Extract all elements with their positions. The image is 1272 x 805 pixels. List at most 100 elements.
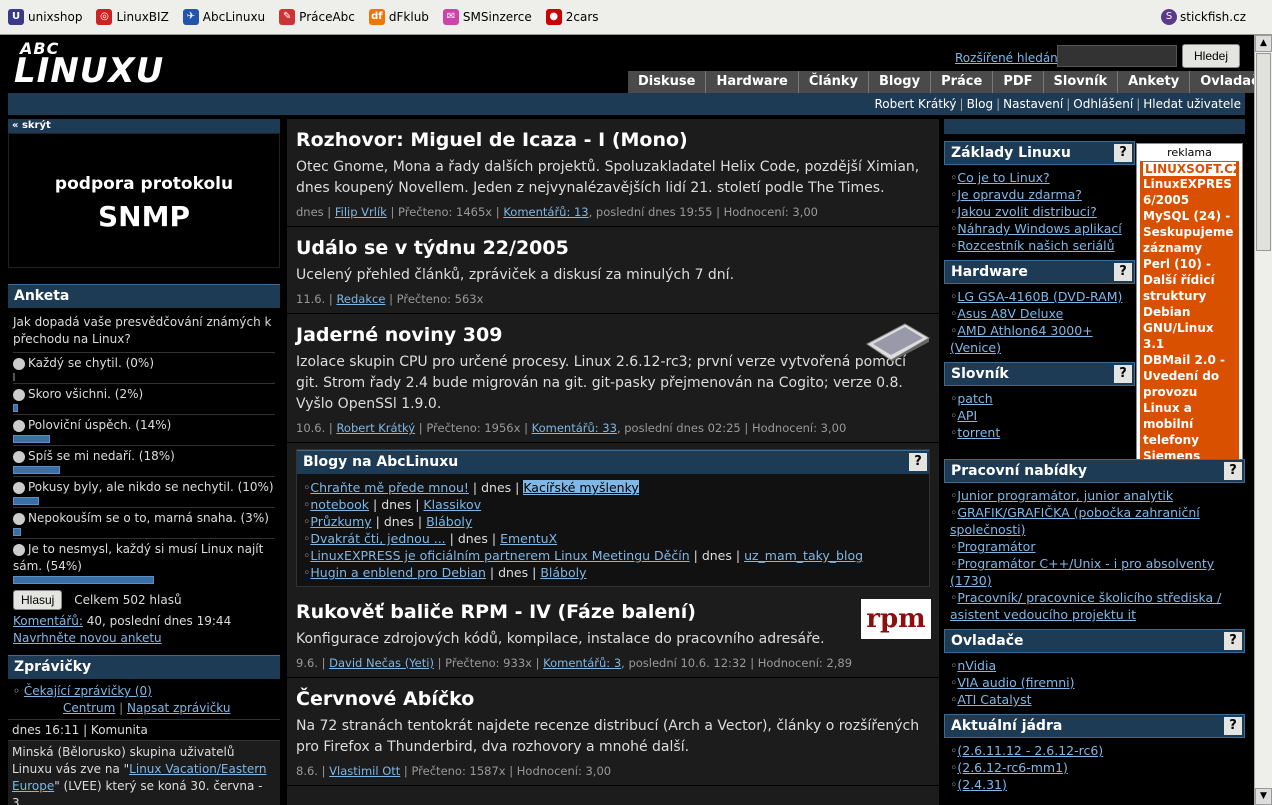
sidebar-link[interactable]: Rozcestník našich seriálů [957, 238, 1114, 253]
article-author-link[interactable]: David Nečas (Yeti) [329, 656, 434, 670]
poll-option[interactable]: Skoro všichni. (2%) [13, 383, 275, 414]
nav-tab[interactable]: Blogy [868, 71, 931, 93]
sidebar-link[interactable]: AMD Athlon64 3000+ (Venice) [950, 323, 1093, 355]
sidebar-link[interactable]: (2.4.31) [957, 777, 1007, 792]
sidebar-link[interactable]: API [957, 408, 977, 423]
sidebar-link[interactable]: Programátor [957, 539, 1035, 554]
bookmark-item[interactable]: ✉ SMSinzerce [442, 9, 532, 25]
radio-button[interactable] [13, 512, 25, 525]
ad-item[interactable]: DBMail 2.0 - Uvedení do provozu [1143, 352, 1236, 400]
ad-item[interactable]: LinuxEXPRES 6/2005 [1143, 176, 1236, 208]
sidebar-link[interactable]: VIA audio (firemni) [957, 675, 1074, 690]
user-link[interactable]: Hledat uživatele [1143, 97, 1241, 111]
blog-name-link[interactable]: Kacířské myšlenky [523, 480, 639, 495]
promo-banner[interactable]: podpora protokolu SNMP [8, 133, 280, 268]
blog-name-link[interactable]: EmentuX [500, 531, 557, 546]
user-link[interactable]: Robert Krátký [874, 97, 956, 111]
sidebar-link[interactable]: Asus A8V Deluxe [957, 306, 1063, 321]
article-comments-link[interactable]: Komentářů: 13 [503, 205, 588, 219]
poll-option[interactable]: Je to nesmysl, každý si musí Linux najít… [13, 538, 275, 586]
ad-item[interactable]: Linux a mobilní telefony Siemens [1143, 400, 1236, 463]
blog-name-link[interactable]: uz_mam_taky_blog [744, 548, 863, 563]
help-button[interactable]: ? [1224, 462, 1242, 480]
blog-entry-link[interactable]: Chraňte mě přede mnou! [310, 480, 469, 495]
sidebar-link[interactable]: Jakou zvolit distribuci? [957, 204, 1096, 219]
sidebar-link[interactable]: Co je to Linux? [957, 170, 1049, 185]
user-link[interactable]: Nastavení [1003, 97, 1063, 111]
user-link[interactable]: Blog [967, 97, 994, 111]
blog-entry-link[interactable]: Průzkumy [310, 514, 371, 529]
sidebar-link[interactable]: (2.6.12-rc6-mm1) [957, 760, 1068, 775]
sidebar-link[interactable]: Je opravdu zdarma? [957, 187, 1082, 202]
pending-news-link[interactable]: Čekající zprávičky (0) [24, 684, 152, 698]
help-button[interactable]: ? [909, 453, 927, 471]
help-button[interactable]: ? [1114, 263, 1132, 281]
radio-button[interactable] [13, 481, 25, 494]
scroll-up-arrow-icon[interactable]: ▲ [1255, 35, 1272, 52]
ad-item[interactable]: Debian GNU/Linux 3.1 [1143, 304, 1236, 352]
radio-button[interactable] [13, 388, 25, 401]
suggest-poll-link[interactable]: Navrhněte novou anketu [13, 631, 162, 645]
bookmark-item[interactable]: df dFklub [368, 9, 429, 25]
bookmark-stickfish[interactable]: S stickfish.cz [1161, 9, 1246, 25]
sidebar-link[interactable]: Programátor C++/Unix - i pro absolventy … [950, 556, 1214, 588]
sidebar-link[interactable]: patch [957, 391, 992, 406]
vote-button[interactable]: Hlasuj [13, 590, 63, 610]
poll-option[interactable]: Spíš se mi nedaří. (18%) [13, 445, 275, 476]
sidebar-link[interactable]: Náhrady Windows aplikací [957, 221, 1121, 236]
radio-button[interactable] [13, 450, 25, 463]
scrollbar-thumb[interactable] [1256, 53, 1271, 251]
nav-tab[interactable]: Práce [930, 71, 993, 93]
article-author-link[interactable]: Robert Krátký [336, 421, 415, 435]
poll-option[interactable]: Nepokouším se o to, marná snaha. (3%) [13, 507, 275, 538]
news-center-link[interactable]: Centrum [63, 701, 115, 715]
help-button[interactable]: ? [1224, 717, 1242, 735]
poll-comments-link[interactable]: Komentářů: [13, 614, 83, 628]
user-link[interactable]: Odhlášení [1073, 97, 1133, 111]
article-title[interactable]: Červnové Abíčko [296, 688, 930, 710]
vertical-scrollbar[interactable]: ▲ ▼ [1254, 35, 1272, 805]
help-button[interactable]: ? [1224, 632, 1242, 650]
nav-tab[interactable]: Diskuse [628, 71, 706, 93]
help-button[interactable]: ? [1114, 365, 1132, 383]
blog-name-link[interactable]: Bláboly [540, 565, 586, 580]
hide-sidebar-button[interactable]: « skrýt [8, 119, 280, 133]
nav-tab[interactable]: Slovník [1042, 71, 1118, 93]
bookmark-item[interactable]: ● 2cars [545, 9, 599, 25]
poll-option[interactable]: Poloviční úspěch. (14%) [13, 414, 275, 445]
pending-news[interactable]: ◦ Čekající zprávičky (0) [13, 683, 275, 700]
sidebar-link[interactable]: torrent [957, 425, 1000, 440]
blog-entry-link[interactable]: LinuxEXPRESS je oficiálním partnerem Lin… [310, 548, 689, 563]
blog-entry-link[interactable]: Hugin a enblend pro Debian [310, 565, 486, 580]
poll-option[interactable]: Každý se chytil. (0%) [13, 352, 275, 383]
blog-name-link[interactable]: Klassikov [423, 497, 481, 512]
radio-button[interactable] [13, 357, 25, 370]
poll-option[interactable]: Pokusy byly, ale nikdo se nechytil. (10%… [13, 476, 275, 507]
article-title[interactable]: Jaderné noviny 309 [296, 324, 930, 346]
article-comments-link[interactable]: Komentářů: 3 [543, 656, 621, 670]
bookmark-item[interactable]: Uunixshop [8, 9, 82, 25]
sidebar-link[interactable]: LG GSA-4160B (DVD-RAM) [957, 289, 1122, 304]
article-title[interactable]: Rukověť baliče RPM - IV (Fáze balení) [296, 601, 930, 623]
help-button[interactable]: ? [1114, 144, 1132, 162]
article-author-link[interactable]: Vlastimil Ott [329, 764, 400, 778]
advanced-search-link[interactable]: Rozšířené hledání [955, 51, 1061, 65]
nav-tab[interactable]: Ankety [1117, 71, 1190, 93]
article-author-link[interactable]: Filip Vrlík [335, 205, 387, 219]
blog-entry-link[interactable]: Dvakrát čti, jednou ... [310, 531, 445, 546]
article-comments-link[interactable]: Komentářů: 33 [532, 421, 617, 435]
scroll-down-arrow-icon[interactable]: ▼ [1255, 788, 1272, 805]
nav-tab[interactable]: Články [797, 71, 868, 93]
sidebar-link[interactable]: (2.6.11.12 - 2.6.12-rc6) [957, 743, 1103, 758]
ad-item[interactable]: MySQL (24) - Seskupujeme záznamy [1143, 208, 1236, 256]
search-input[interactable] [1057, 45, 1177, 67]
blog-entry-link[interactable]: notebook [310, 497, 369, 512]
nav-tab[interactable]: PDF [992, 71, 1043, 93]
sidebar-link[interactable]: Pracovník/ pracovnice školicího středisk… [950, 590, 1221, 622]
sidebar-link[interactable]: GRAFIK/GRAFIČKA (pobočka zahraniční spol… [950, 505, 1200, 537]
bookmark-item[interactable]: ✎ PráceAbc [279, 9, 355, 25]
ad-brand[interactable]: LINUXSOFT.CZ [1143, 162, 1239, 176]
search-button[interactable]: Hledej [1182, 44, 1240, 68]
article-title[interactable]: Rozhovor: Miguel de Icaza - I (Mono) [296, 129, 930, 151]
advertisement[interactable]: reklama LINUXSOFT.CZ LinuxEXPRES 6/2005 M… [1136, 143, 1243, 465]
